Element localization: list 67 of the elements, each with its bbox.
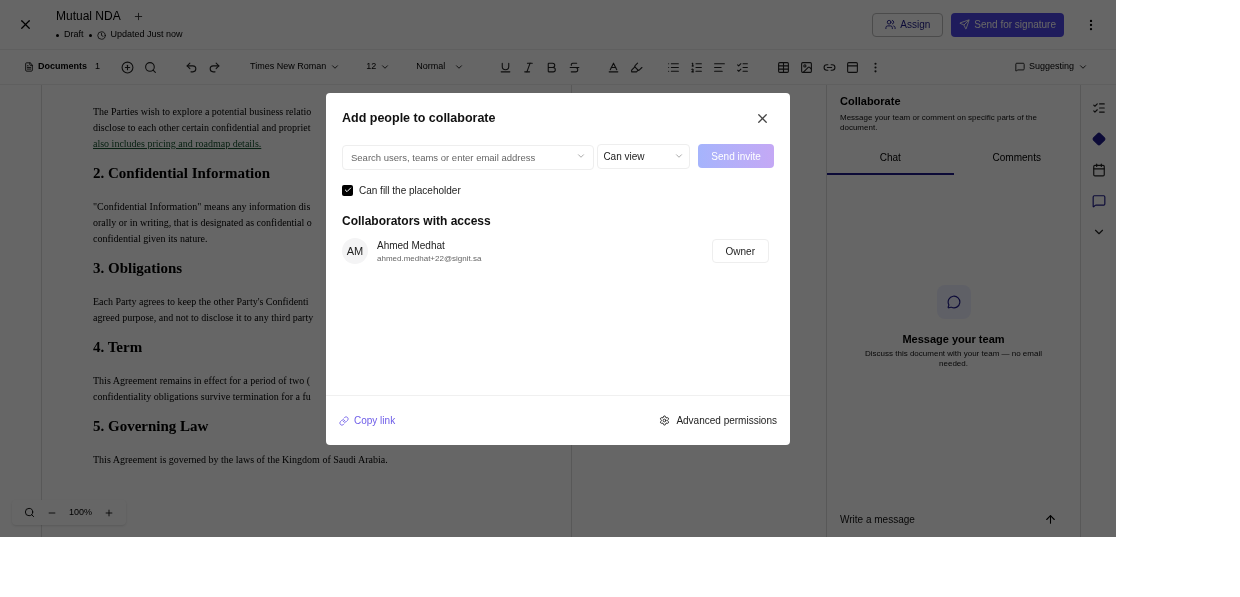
document-title: Mutual NDA	[56, 8, 121, 26]
document-link[interactable]: also includes pricing and roadmap details.	[93, 136, 262, 152]
paragraph-line: Each Party agrees to keep the other Party's Confidenti	[93, 295, 309, 309]
panel-tab[interactable]: Chat	[827, 142, 954, 175]
link-icon	[339, 415, 349, 426]
checkbox[interactable]	[342, 184, 353, 196]
advanced-permissions-button[interactable]: Advanced permissions	[659, 413, 777, 428]
copy-link-button[interactable]: Copy link	[339, 413, 396, 428]
font-dropdown[interactable]: Times New Roman	[246, 60, 345, 74]
add-icon[interactable]	[132, 10, 144, 22]
mode-dropdown[interactable]: Suggesting	[1014, 60, 1088, 74]
search-icon[interactable]	[24, 507, 35, 518]
role-dropdown[interactable]: Can view	[597, 143, 691, 169]
dialog-title: Add people to collaborate	[342, 110, 496, 127]
collaborator-email: ahmed.medhat+22@signit.sa	[377, 252, 482, 265]
paragraph-line: The Parties wish to explore a potential business relatio	[93, 105, 312, 119]
settings-icon	[659, 415, 671, 426]
paragraph-line: This Agreement remains in effect for a period of two (	[93, 374, 310, 388]
calendar-icon[interactable]	[1091, 163, 1106, 177]
section-heading: 3. Obligations	[93, 259, 183, 278]
message-field[interactable]: Write a message	[840, 512, 1044, 527]
paragraph-line: This Agreement is governed by the laws of the Kingdom of Saudi Arabia.	[93, 453, 388, 467]
diamond-icon[interactable]	[1091, 132, 1106, 146]
section-heading: 5. Governing Law	[93, 417, 209, 436]
avatar: AM	[342, 238, 368, 265]
status-label: Draft	[64, 28, 84, 42]
panel-title: Collaborate	[840, 94, 902, 109]
send-invite-button[interactable]: Send invite	[698, 144, 774, 169]
size-dropdown[interactable]: 12	[362, 60, 395, 74]
users-icon	[885, 19, 897, 30]
section-heading: 4. Term	[93, 338, 143, 357]
empty-text: Discuss this document with your team — no email needed.	[864, 349, 1043, 369]
zoom-in-icon[interactable]	[104, 507, 115, 518]
updated-label: Updated Just now	[110, 28, 183, 42]
send-button[interactable]	[1044, 513, 1057, 526]
documents-button[interactable]: Documents 1	[24, 60, 101, 74]
chat-icon[interactable]	[1091, 194, 1106, 208]
checkbox-label: Can fill the placeholder	[359, 183, 461, 198]
checklist-icon[interactable]	[1091, 101, 1106, 115]
paragraph-line: agreed purpose, and not to disclose it to any third party	[93, 311, 314, 325]
chat-icon	[936, 284, 971, 319]
paragraph-line: confidentiality obligations survive termination for a fu	[93, 390, 311, 404]
role-button[interactable]: Owner	[711, 239, 769, 264]
documents-count: 1	[95, 60, 101, 74]
clock-icon	[96, 30, 106, 40]
empty-title: Message your team	[902, 331, 1005, 347]
panel-tab[interactable]: Comments	[953, 142, 1080, 175]
section-heading: 2. Confidential Information	[93, 164, 271, 183]
caret-icon	[330, 62, 341, 72]
section-title: Collaborators with access	[341, 212, 492, 230]
paragraph-line: orally or in writing, that is designated as confidential o	[93, 216, 312, 230]
paragraph-line: confidential given its nature.	[93, 232, 208, 246]
zoom-level: 100%	[69, 505, 93, 519]
collaborator-name: Ahmed Medhat	[377, 238, 446, 253]
caret-icon	[454, 62, 465, 72]
paragraph-line: disclose to each other certain confidential and propriet	[93, 121, 311, 135]
style-dropdown[interactable]: Normal	[412, 60, 469, 74]
comment-icon	[1014, 62, 1025, 72]
document-icon	[24, 62, 34, 72]
paragraph-line: "Confidential Information" means any information dis	[93, 200, 311, 214]
assign-button[interactable]: Assign	[872, 12, 944, 37]
send-icon	[959, 19, 971, 30]
search-field[interactable]: Search users, teams or enter email address	[342, 144, 595, 170]
panel-subtitle: Message your team or comment on specific parts of the document.	[840, 112, 1038, 133]
send-for-signature-button[interactable]: Send for signature	[951, 12, 1064, 37]
caret-icon	[1078, 62, 1088, 72]
caret-icon	[380, 62, 391, 72]
